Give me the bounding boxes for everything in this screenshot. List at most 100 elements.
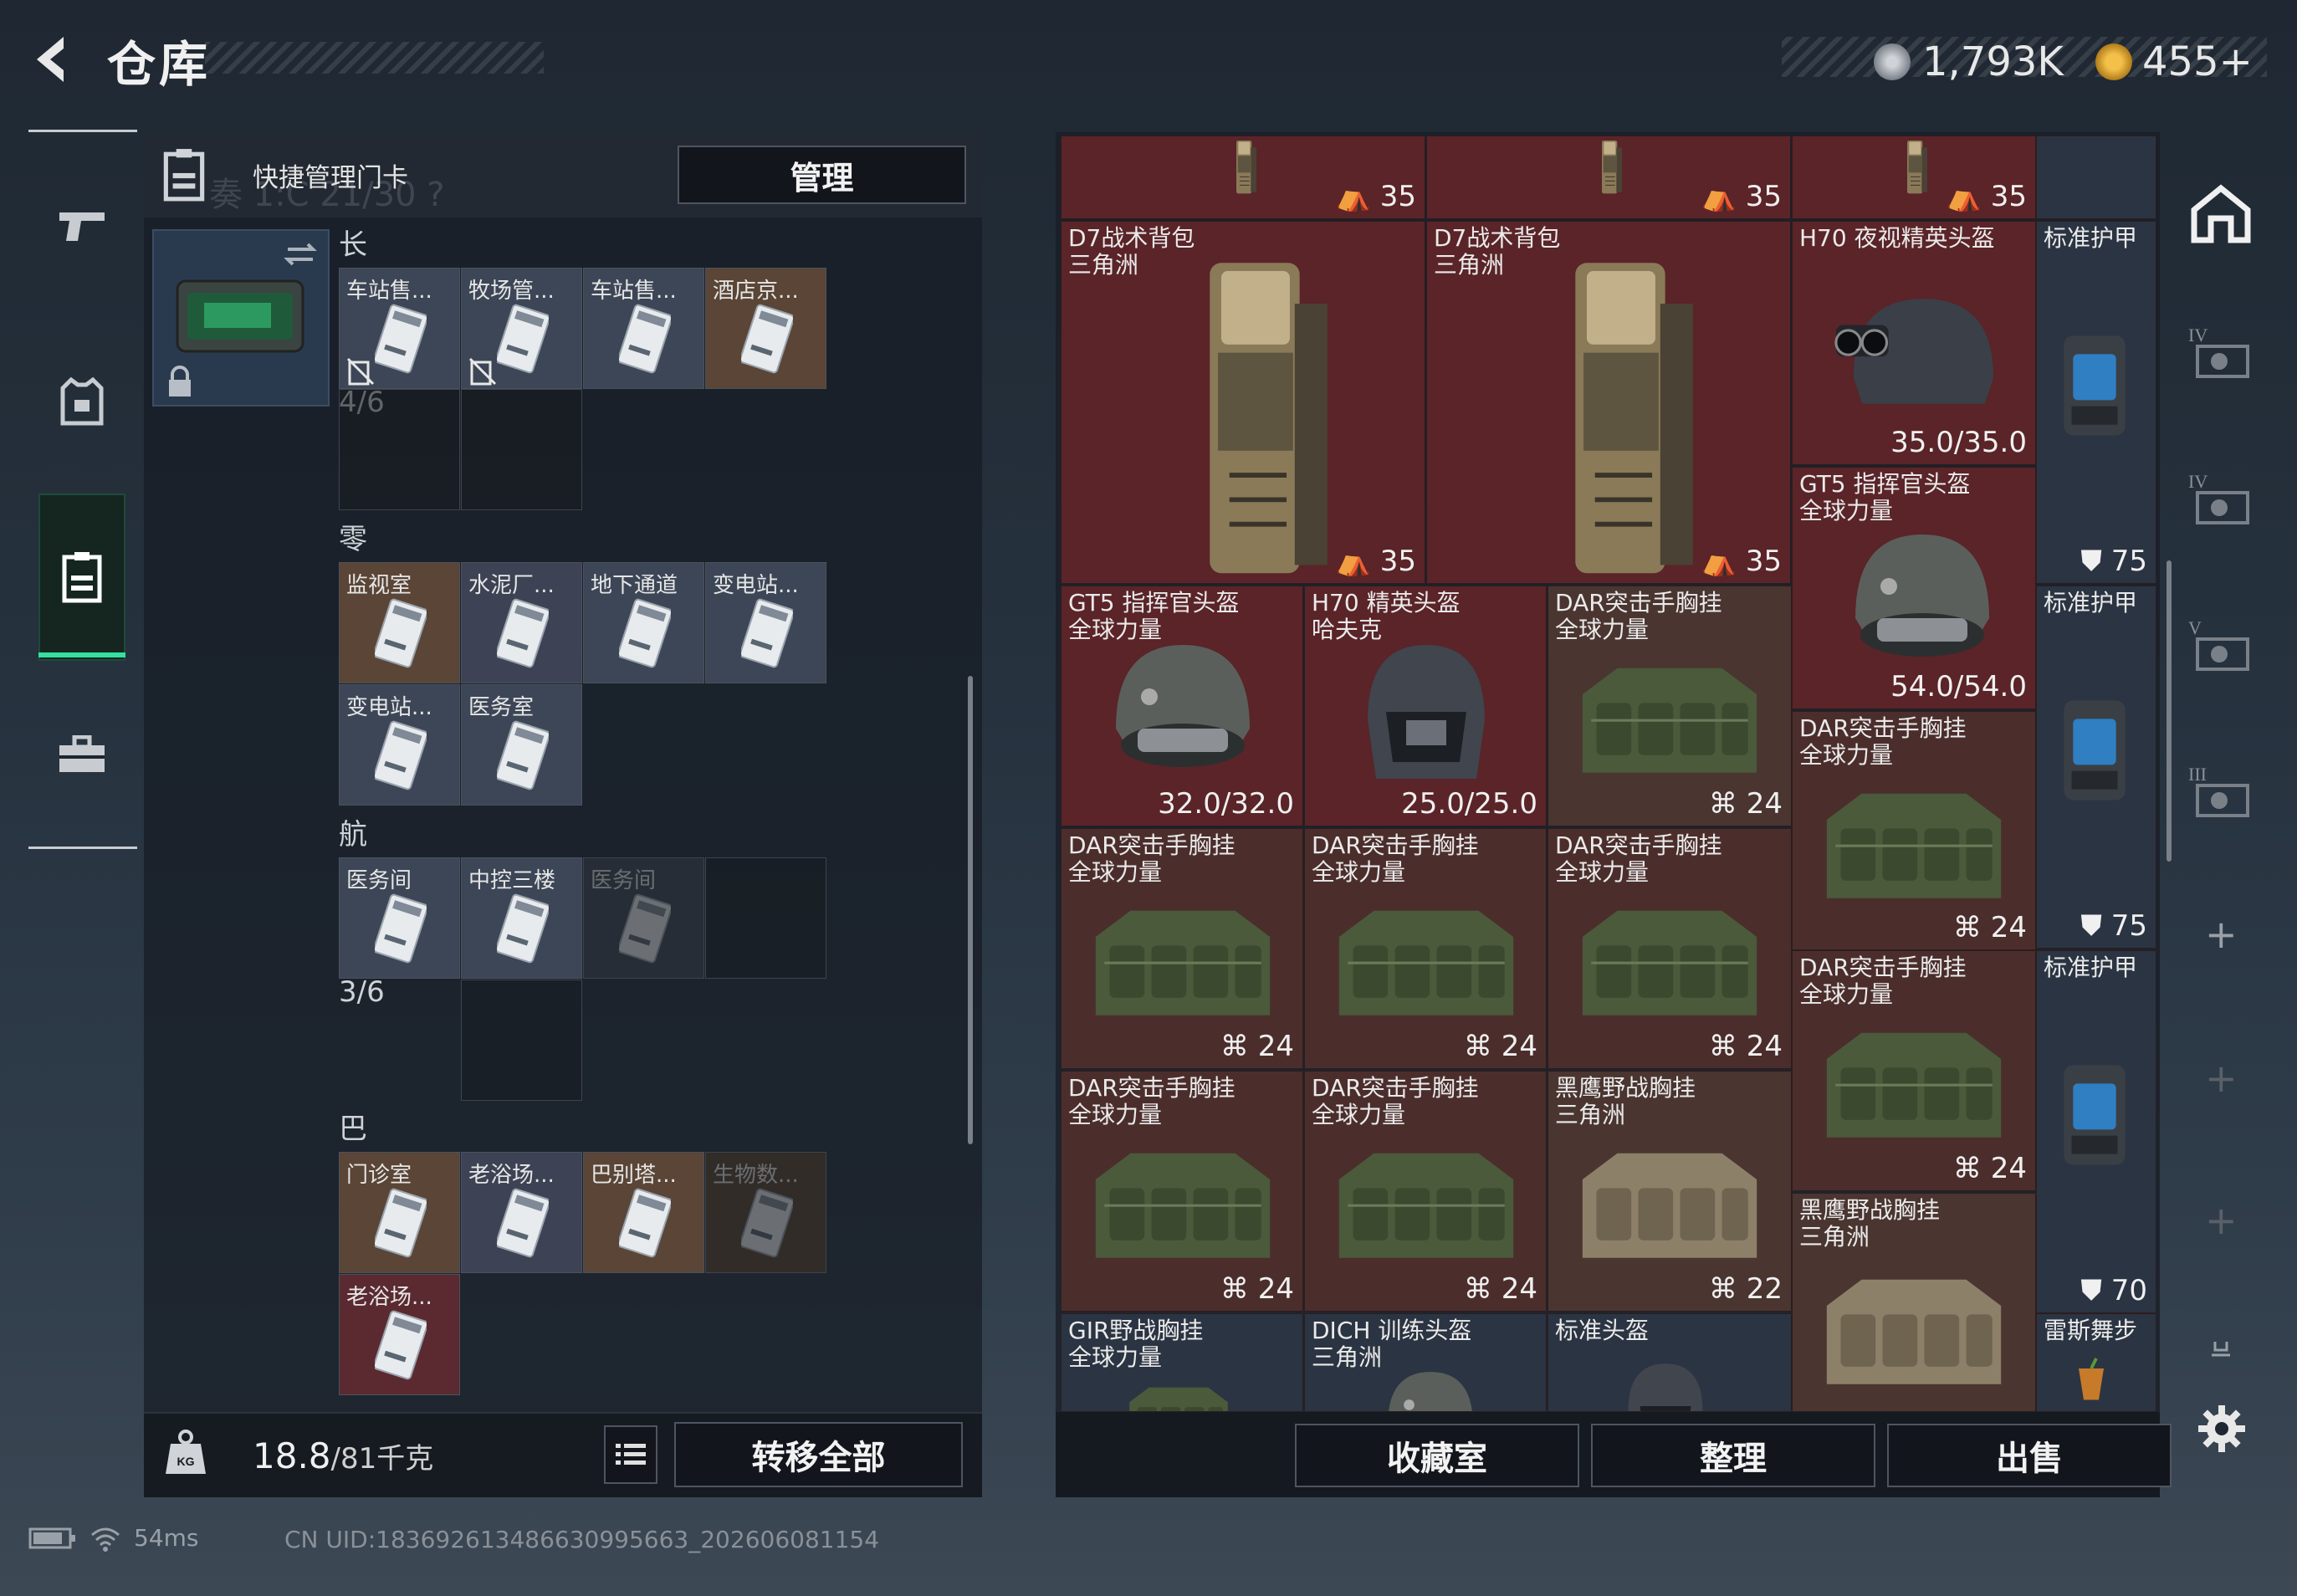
inventory-item-gir[interactable]: GIR野战胸挂 全球力量 bbox=[1061, 1313, 1303, 1412]
keycard-item[interactable]: 地下通道 bbox=[583, 562, 704, 683]
currency-2[interactable]: 455+ bbox=[2095, 38, 2253, 85]
tier-filter-2[interactable]: V bbox=[2183, 611, 2259, 686]
keycard-item[interactable]: 酒店京... bbox=[705, 268, 826, 389]
keycard-item[interactable]: 水泥厂... bbox=[461, 562, 582, 683]
item-name: D7战术背包 三角洲 bbox=[1068, 224, 1195, 279]
add-tab-icon-3[interactable]: + bbox=[2205, 1198, 2238, 1243]
empty-slot[interactable] bbox=[705, 857, 826, 979]
back-button[interactable] bbox=[23, 30, 82, 89]
inventory-item-dar-3[interactable]: DAR突击手胸挂 全球力量 ⌘ 24 bbox=[1061, 828, 1303, 1069]
page-title: 仓库 bbox=[107, 36, 212, 93]
inventory-tile-partial[interactable] bbox=[2036, 136, 2156, 219]
capacity-icon: ⌘ bbox=[1708, 1030, 1747, 1063]
keycard-item[interactable]: 老浴场... bbox=[339, 1274, 460, 1395]
inventory-tile-partial[interactable]: ⛺ 35 bbox=[1792, 136, 2036, 219]
inventory-item-h70-nv[interactable]: H70 夜视精英头盔 35.0/35.0 bbox=[1792, 221, 2036, 465]
keycard-item[interactable]: 牧场管... bbox=[461, 268, 582, 389]
inventory-tile-partial[interactable]: ⛺ 35 bbox=[1426, 136, 1791, 219]
keycard-holder-slot[interactable] bbox=[152, 229, 330, 407]
list-view-button[interactable] bbox=[604, 1425, 657, 1484]
inventory-item-std-helmet[interactable]: 标准头盔 bbox=[1548, 1313, 1792, 1412]
item-image bbox=[1865, 136, 1965, 195]
nav-case[interactable] bbox=[38, 711, 125, 798]
keycard-icon bbox=[497, 893, 549, 964]
item-durability: 25.0/25.0 bbox=[1401, 787, 1537, 821]
item-name: DAR突击手胸挂 全球力量 bbox=[1799, 714, 1967, 769]
keycard-item[interactable]: 监视室 bbox=[339, 562, 460, 683]
nav-keycards[interactable] bbox=[38, 494, 125, 661]
sell-button[interactable]: 出售 bbox=[1887, 1424, 2172, 1487]
item-image bbox=[2049, 1051, 2141, 1177]
sort-icon[interactable] bbox=[2208, 1338, 2233, 1362]
empty-slot[interactable] bbox=[461, 980, 582, 1101]
keycard-item[interactable]: 门诊室 bbox=[339, 1152, 460, 1273]
inventory-item-dar-8[interactable]: DAR突击手胸挂 全球力量 ⌘ 24 bbox=[1304, 1071, 1547, 1312]
inventory-item-dich[interactable]: DICH 训练头盔 三角洲 bbox=[1304, 1313, 1547, 1412]
keycard-item[interactable]: 巴别塔... bbox=[583, 1152, 704, 1273]
item-durability: 54.0/54.0 bbox=[1890, 670, 2027, 703]
capacity-icon: ⌘ bbox=[1708, 787, 1747, 821]
inventory-item-leis[interactable]: 雷斯舞步 bbox=[2036, 1313, 2156, 1412]
keycard-item[interactable]: 医务室 bbox=[461, 684, 582, 806]
keycard-icon bbox=[497, 720, 549, 790]
item-value: ⛺ 35 bbox=[1701, 545, 1782, 578]
keycard-item[interactable]: 医务间 bbox=[339, 857, 460, 979]
keycard-scrollbar[interactable] bbox=[968, 676, 973, 1144]
inventory-item-dar-5[interactable]: DAR突击手胸挂 全球力量 ⌘ 24 bbox=[1548, 828, 1792, 1069]
inventory-item-dar-4[interactable]: DAR突击手胸挂 全球力量 ⌘ 24 bbox=[1304, 828, 1547, 1069]
nav-divider-bottom bbox=[28, 847, 137, 849]
item-durability: 32.0/32.0 bbox=[1158, 787, 1294, 821]
organize-button[interactable]: 整理 bbox=[1591, 1424, 1875, 1487]
ping-value: 54ms bbox=[134, 1524, 199, 1552]
currency-1[interactable]: 1,793K bbox=[1874, 38, 2064, 85]
empty-slot[interactable] bbox=[461, 389, 582, 510]
inventory-item-eagle-1[interactable]: 黑鹰野战胸挂 三角洲 ⌘ 22 bbox=[1548, 1071, 1792, 1312]
add-tab-icon-2[interactable]: + bbox=[2205, 1056, 2238, 1101]
inventory-item-armor-2[interactable]: 标准护甲 ⛊ 75 bbox=[2036, 586, 2156, 949]
inventory-item-dar-7[interactable]: DAR突击手胸挂 全球力量 ⌘ 24 bbox=[1061, 1071, 1303, 1312]
inventory-item-dar-6[interactable]: DAR突击手胸挂 全球力量 ⌘ 24 bbox=[1792, 950, 2036, 1191]
empty-slot[interactable] bbox=[705, 1152, 826, 1273]
inventory-tile-partial[interactable]: ⛺ 35 bbox=[1061, 136, 1425, 219]
collection-room-button[interactable]: 收藏室 bbox=[1295, 1424, 1579, 1487]
inventory-item-armor-3[interactable]: 标准护甲 ⛊ 70 bbox=[2036, 950, 2156, 1313]
keycard-item[interactable]: 变电站... bbox=[339, 684, 460, 806]
keycard-item[interactable]: 车站售... bbox=[583, 268, 704, 389]
inventory-item-backpack-1[interactable]: D7战术背包 三角洲 ⛺ 35 bbox=[1061, 221, 1425, 584]
item-name: GT5 指挥官头盔 全球力量 bbox=[1068, 589, 1240, 643]
tier-filter-1[interactable]: IV bbox=[2183, 464, 2259, 540]
nav-weapons[interactable] bbox=[38, 182, 125, 269]
inventory-item-backpack-2[interactable]: D7战术背包 三角洲 ⛺ 35 bbox=[1426, 221, 1791, 584]
keycard-name: 门诊室 bbox=[346, 1163, 412, 1188]
inventory-item-dar-2[interactable]: DAR突击手胸挂 全球力量 ⌘ 24 bbox=[1792, 711, 2036, 950]
keycard-item[interactable]: 老浴场... bbox=[461, 1152, 582, 1273]
item-image bbox=[1194, 136, 1294, 195]
inventory-item-h70-elite[interactable]: H70 精英头盔 哈夫克 25.0/25.0 bbox=[1304, 586, 1547, 826]
tier-filter-3[interactable]: III bbox=[2183, 757, 2259, 832]
inventory-item-armor-1[interactable]: 标准护甲 ⛊ 75 bbox=[2036, 221, 2156, 584]
keycard-item[interactable]: 中控三楼 bbox=[461, 857, 582, 979]
inventory-item-dar-1[interactable]: DAR突击手胸挂 全球力量 ⌘ 24 bbox=[1548, 586, 1792, 826]
capacity-icon: ⌘ bbox=[1463, 1272, 1501, 1306]
manage-button[interactable]: 管理 bbox=[678, 146, 966, 204]
stash-home-button[interactable] bbox=[2183, 176, 2259, 251]
inventory-scrollbar[interactable] bbox=[2167, 560, 2172, 862]
transfer-all-button[interactable]: 转移全部 bbox=[674, 1422, 963, 1487]
item-image bbox=[1565, 879, 1774, 1038]
capacity-icon: ⌘ bbox=[1463, 1030, 1501, 1063]
empty-slot[interactable] bbox=[583, 857, 704, 979]
empty-slot[interactable] bbox=[339, 389, 460, 510]
keycard-item[interactable]: 车站售... bbox=[339, 268, 460, 389]
no-carry-icon bbox=[468, 357, 497, 386]
tier-filter-0[interactable]: IV bbox=[2183, 318, 2259, 393]
add-tab-icon[interactable]: + bbox=[2205, 912, 2238, 957]
settings-gear-icon[interactable] bbox=[2195, 1402, 2248, 1459]
inventory-item-gt5-1[interactable]: GT5 指挥官头盔 全球力量 54.0/54.0 bbox=[1792, 467, 2036, 709]
header-decoration bbox=[205, 42, 544, 74]
keycard-icon bbox=[375, 304, 427, 374]
inventory-item-gt5-2[interactable]: GT5 指挥官头盔 全球力量 32.0/32.0 bbox=[1061, 586, 1303, 826]
item-value: ⛊ 75 bbox=[2080, 909, 2147, 943]
inventory-item-eagle-2[interactable]: 黑鹰野战胸挂 三角洲 bbox=[1792, 1193, 2036, 1412]
nav-equipment[interactable] bbox=[38, 358, 125, 445]
keycard-item[interactable]: 变电站... bbox=[705, 562, 826, 683]
